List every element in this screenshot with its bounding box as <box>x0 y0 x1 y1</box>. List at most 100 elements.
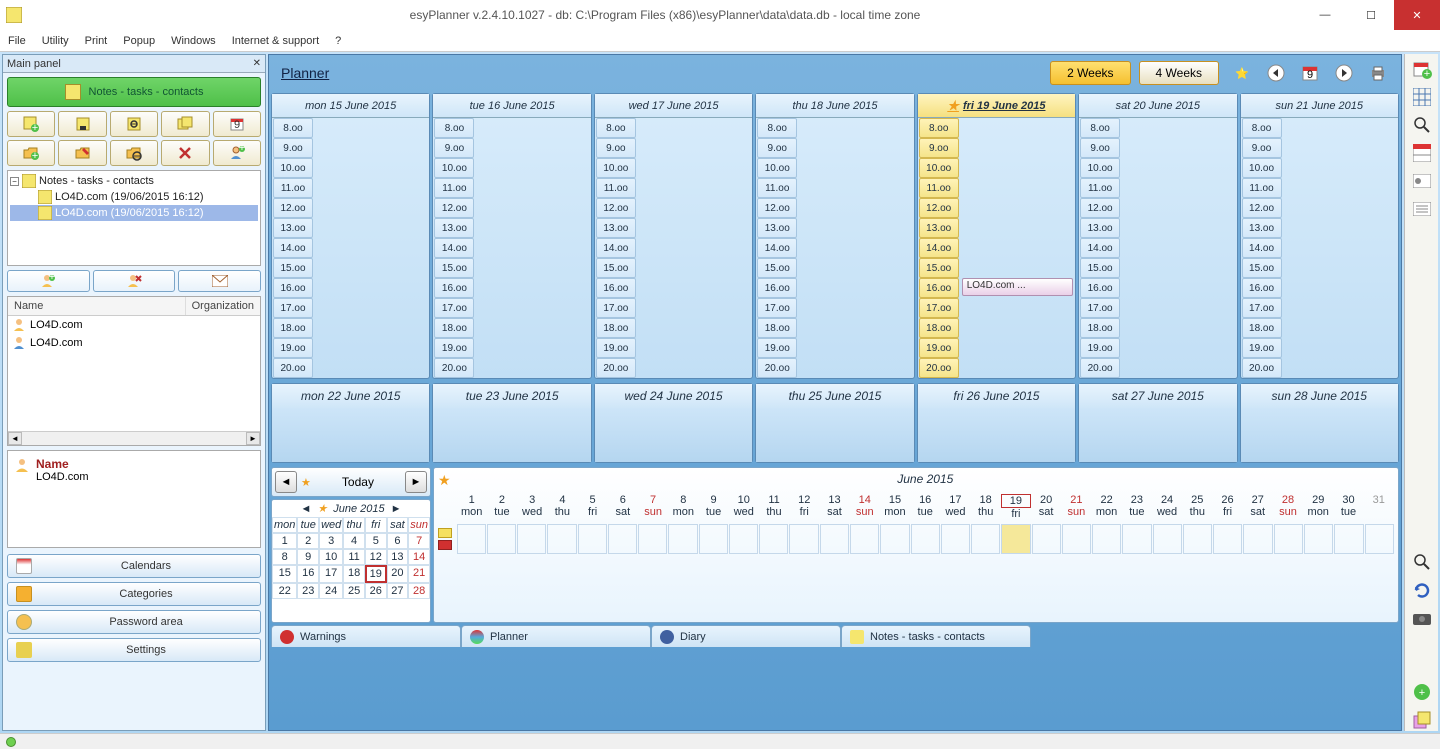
note-stack-icon[interactable] <box>1411 709 1433 731</box>
hour-cell[interactable]: 17.oo <box>919 298 959 318</box>
notes-tasks-contacts-button[interactable]: Notes - tasks - contacts <box>7 77 261 107</box>
menu-utility[interactable]: Utility <box>42 35 69 47</box>
timeline-bar[interactable] <box>1274 524 1303 554</box>
add-person-button[interactable]: + <box>213 140 261 166</box>
hour-cell[interactable]: 10.oo <box>273 158 313 178</box>
day-column[interactable]: mon 15 June 2015 8.oo9.oo10.oo11.oo12.oo… <box>271 93 430 379</box>
hour-cell[interactable]: 9.oo <box>596 138 636 158</box>
mini-cal-day[interactable]: 15 <box>272 565 297 583</box>
timeline-day[interactable]: 6sat <box>608 494 638 520</box>
mini-cal-day[interactable]: 16 <box>297 565 319 583</box>
contact-row[interactable]: LO4D.com <box>8 334 260 352</box>
hour-cell[interactable]: 19.oo <box>1242 338 1282 358</box>
hour-cell[interactable]: 10.oo <box>1080 158 1120 178</box>
hour-cell[interactable]: 11.oo <box>434 178 474 198</box>
hour-cell[interactable]: 12.oo <box>1080 198 1120 218</box>
mini-cal-day[interactable]: 7 <box>408 533 430 549</box>
timeline-day[interactable]: 29mon <box>1303 494 1333 520</box>
tree-root[interactable]: − Notes - tasks - contacts <box>10 173 258 189</box>
timeline-day[interactable]: 10wed <box>729 494 759 520</box>
hour-cell[interactable]: 15.oo <box>273 258 313 278</box>
timeline-day[interactable]: 13sat <box>819 494 849 520</box>
timeline-day[interactable]: 2tue <box>487 494 517 520</box>
timeline-bar[interactable] <box>880 524 909 554</box>
day-column[interactable]: thu 25 June 2015 <box>755 383 914 463</box>
mini-cal-next-icon[interactable]: ► <box>391 503 402 515</box>
day-header[interactable]: wed 24 June 2015 <box>595 384 752 408</box>
hour-cell[interactable]: 20.oo <box>1242 358 1282 378</box>
mini-cal-day[interactable]: 2 <box>297 533 319 549</box>
timeline-day[interactable]: 31 <box>1364 494 1394 520</box>
scroll-right-icon[interactable]: ► <box>246 432 260 445</box>
close-button[interactable]: ✕ <box>1394 0 1440 30</box>
hour-cell[interactable]: 14.oo <box>757 238 797 258</box>
hour-cell[interactable]: 18.oo <box>1080 318 1120 338</box>
mini-cal-prev-icon[interactable]: ◄ <box>300 503 311 515</box>
day-column[interactable]: wed 17 June 2015 8.oo9.oo10.oo11.oo12.oo… <box>594 93 753 379</box>
timeline-bar[interactable] <box>911 524 940 554</box>
timeline-day[interactable]: 12fri <box>789 494 819 520</box>
hour-cell[interactable]: 14.oo <box>1242 238 1282 258</box>
timeline-day[interactable]: 17wed <box>940 494 970 520</box>
timeline-bar[interactable] <box>638 524 667 554</box>
mini-cal-day[interactable]: 9 <box>297 549 319 565</box>
hour-cell[interactable]: 9.oo <box>434 138 474 158</box>
hour-cell[interactable]: 13.oo <box>273 218 313 238</box>
day-column[interactable]: mon 22 June 2015 <box>271 383 430 463</box>
hour-cell[interactable]: 15.oo <box>434 258 474 278</box>
mini-cal-day[interactable]: 28 <box>408 583 430 599</box>
day-column[interactable]: sun 28 June 2015 <box>1240 383 1399 463</box>
hour-cell[interactable]: 12.oo <box>757 198 797 218</box>
timeline-bar[interactable] <box>789 524 818 554</box>
hour-cell[interactable]: 20.oo <box>434 358 474 378</box>
day-column[interactable]: wed 24 June 2015 <box>594 383 753 463</box>
hour-cell[interactable]: 19.oo <box>434 338 474 358</box>
tab-warnings[interactable]: Warnings <box>271 625 461 647</box>
hour-cell[interactable]: 9.oo <box>919 138 959 158</box>
hour-cell[interactable]: 12.oo <box>919 198 959 218</box>
contact-row[interactable]: LO4D.com <box>8 316 260 334</box>
timeline-bar[interactable] <box>699 524 728 554</box>
mini-cal-day[interactable]: 22 <box>272 583 297 599</box>
hour-cell[interactable]: 8.oo <box>1242 118 1282 138</box>
hour-cell[interactable]: 14.oo <box>919 238 959 258</box>
day-header[interactable]: wed 17 June 2015 <box>595 94 752 118</box>
day-column[interactable]: fri 26 June 2015 <box>917 383 1076 463</box>
view-4-weeks-button[interactable]: 4 Weeks <box>1139 61 1219 85</box>
save-note-button[interactable] <box>58 111 106 137</box>
timeline-day[interactable]: 23tue <box>1122 494 1152 520</box>
hour-cell[interactable]: 8.oo <box>757 118 797 138</box>
timeline-bar[interactable] <box>729 524 758 554</box>
calendar-popup-button[interactable]: 9 <box>213 111 261 137</box>
hour-cell[interactable]: 10.oo <box>1242 158 1282 178</box>
tab-planner[interactable]: Planner <box>461 625 651 647</box>
hour-cell[interactable]: 18.oo <box>919 318 959 338</box>
hour-cell[interactable]: 12.oo <box>1242 198 1282 218</box>
hour-cell[interactable]: 12.oo <box>596 198 636 218</box>
timeline-bar[interactable] <box>1062 524 1091 554</box>
day-column[interactable]: tue 23 June 2015 <box>432 383 591 463</box>
hour-cell[interactable]: 16.oo <box>1242 278 1282 298</box>
timeline-day[interactable]: 11thu <box>759 494 789 520</box>
view-2-weeks-button[interactable]: 2 Weeks <box>1050 61 1130 85</box>
delete-button[interactable] <box>161 140 209 166</box>
mini-cal-day[interactable]: 13 <box>387 549 409 565</box>
timeline-bar[interactable] <box>971 524 1000 554</box>
mini-cal-day[interactable]: 26 <box>365 583 387 599</box>
star-icon[interactable]: ⭐ <box>1231 62 1253 84</box>
menu-internet[interactable]: Internet & support <box>232 35 319 47</box>
mini-cal-day[interactable]: 23 <box>297 583 319 599</box>
mini-cal-day[interactable]: 4 <box>343 533 365 549</box>
hour-cell[interactable]: 13.oo <box>434 218 474 238</box>
hour-cell[interactable]: 8.oo <box>919 118 959 138</box>
hour-cell[interactable]: 11.oo <box>273 178 313 198</box>
hour-cell[interactable]: 17.oo <box>1080 298 1120 318</box>
mini-cal-day[interactable]: 1 <box>272 533 297 549</box>
tab-notes[interactable]: Notes - tasks - contacts <box>841 625 1031 647</box>
hour-cell[interactable]: 9.oo <box>273 138 313 158</box>
mini-cal-day[interactable]: 12 <box>365 549 387 565</box>
delete-contact-button[interactable] <box>93 270 176 292</box>
hour-cell[interactable]: 20.oo <box>1080 358 1120 378</box>
hour-cell[interactable]: 10.oo <box>919 158 959 178</box>
mini-cal-day[interactable]: 10 <box>319 549 343 565</box>
